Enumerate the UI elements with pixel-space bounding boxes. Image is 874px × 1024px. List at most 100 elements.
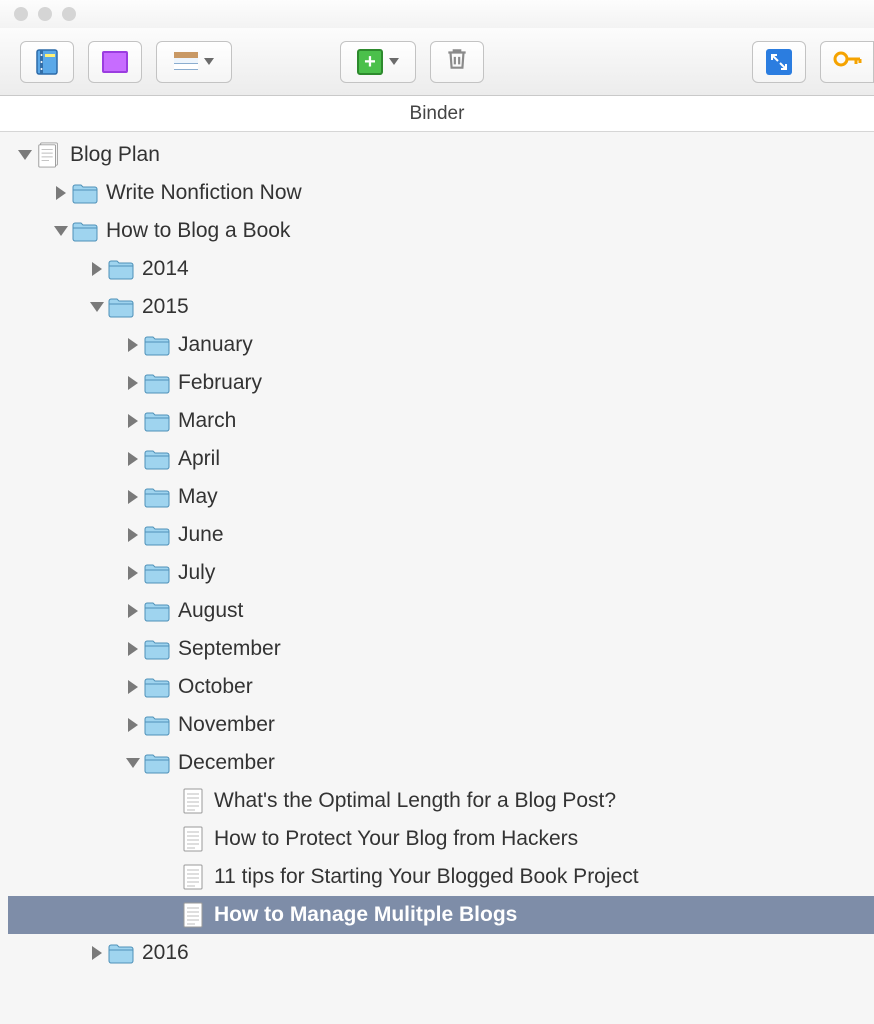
document-icon [180,828,206,850]
chevron-down-icon [389,58,399,65]
binder-icon [35,49,59,75]
folder-icon [144,334,170,356]
tree-folder-row[interactable]: 2014 [8,250,874,288]
tree-item-label: Write Nonfiction Now [106,181,302,205]
tree-folder-row[interactable]: May [8,478,874,516]
tree-item-label: 2014 [142,257,189,281]
folder-icon [144,448,170,470]
tree-item-label: How to Blog a Book [106,219,290,243]
corkboard-icon [102,51,128,73]
tree-item-label: May [178,485,218,509]
folder-icon [144,410,170,432]
draft-icon [36,144,62,166]
disclosure-triangle[interactable] [124,716,142,734]
minimize-window-button[interactable] [38,7,52,21]
tree-item-label: What's the Optimal Length for a Blog Pos… [214,789,616,813]
folder-icon [144,372,170,394]
tree-folder-row[interactable]: How to Blog a Book [8,212,874,250]
trash-button[interactable] [430,41,484,83]
tree-item-label: February [178,371,262,395]
tree-document-row[interactable]: How to Protect Your Blog from Hackers [8,820,874,858]
tree-item-label: December [178,751,275,775]
tree-folder-row[interactable]: September [8,630,874,668]
close-window-button[interactable] [14,7,28,21]
trash-icon [444,46,470,78]
document-icon [180,866,206,888]
disclosure-triangle[interactable] [124,488,142,506]
tree-item-label: July [178,561,215,585]
expand-arrows-icon [766,49,792,75]
disclosure-triangle[interactable] [16,146,34,164]
tree-folder-row[interactable]: November [8,706,874,744]
disclosure-triangle[interactable] [88,298,106,316]
tree-document-row[interactable]: 11 tips for Starting Your Blogged Book P… [8,858,874,896]
fullscreen-compose-button[interactable] [752,41,806,83]
tree-item-label: August [178,599,243,623]
chevron-down-icon [204,58,214,65]
tree-item-label: Blog Plan [70,143,160,167]
tree-folder-row[interactable]: January [8,326,874,364]
disclosure-triangle[interactable] [124,336,142,354]
tree-item-label: 11 tips for Starting Your Blogged Book P… [214,865,639,889]
disclosure-triangle[interactable] [124,754,142,772]
folder-icon [72,220,98,242]
disclosure-triangle[interactable] [124,602,142,620]
tree-item-label: How to Protect Your Blog from Hackers [214,827,578,851]
tree-item-label: April [178,447,220,471]
key-icon [832,44,862,80]
folder-icon [72,182,98,204]
outliner-icon [174,52,198,72]
tree-item-label: 2016 [142,941,189,965]
binder-view-button[interactable] [20,41,74,83]
plus-icon: + [357,49,383,75]
tree-folder-row[interactable]: 2016 [8,934,874,972]
disclosure-triangle[interactable] [124,412,142,430]
tree-folder-row[interactable]: December [8,744,874,782]
disclosure-triangle[interactable] [124,526,142,544]
disclosure-triangle[interactable] [124,678,142,696]
disclosure-triangle[interactable] [124,374,142,392]
folder-icon [144,600,170,622]
folder-icon [144,714,170,736]
tree-folder-row[interactable]: July [8,554,874,592]
tree-item-label: June [178,523,224,547]
tree-folder-row[interactable]: October [8,668,874,706]
disclosure-triangle[interactable] [124,640,142,658]
tree-item-label: October [178,675,253,699]
folder-icon [144,676,170,698]
folder-icon [108,942,134,964]
add-item-button[interactable]: + [340,41,416,83]
tree-document-row[interactable]: What's the Optimal Length for a Blog Pos… [8,782,874,820]
tree-folder-row[interactable]: March [8,402,874,440]
binder-tree[interactable]: Blog Plan Write Nonfiction Now How to Blog… [0,132,874,976]
tree-item-label: November [178,713,275,737]
disclosure-triangle[interactable] [124,564,142,582]
disclosure-triangle[interactable] [88,260,106,278]
tree-folder-row[interactable]: Write Nonfiction Now [8,174,874,212]
zoom-window-button[interactable] [62,7,76,21]
disclosure-triangle[interactable] [124,450,142,468]
disclosure-triangle[interactable] [52,184,70,202]
corkboard-view-button[interactable] [88,41,142,83]
tree-document-row[interactable]: How to Manage Mulitple Blogs [8,896,874,934]
disclosure-triangle[interactable] [52,222,70,240]
tree-folder-row[interactable]: June [8,516,874,554]
tree-item-label: January [178,333,253,357]
folder-icon [144,524,170,546]
tree-folder-row[interactable]: February [8,364,874,402]
tree-item-label: 2015 [142,295,189,319]
tree-root-row[interactable]: Blog Plan [8,136,874,174]
folder-icon [144,486,170,508]
tree-folder-row[interactable]: August [8,592,874,630]
disclosure-triangle[interactable] [88,944,106,962]
outliner-view-button[interactable] [156,41,232,83]
document-icon [180,790,206,812]
tree-folder-row[interactable]: April [8,440,874,478]
folder-icon [144,638,170,660]
folder-icon [108,258,134,280]
document-icon [180,904,206,926]
keywords-button[interactable] [820,41,874,83]
tree-folder-row[interactable]: 2015 [8,288,874,326]
binder-header-label: Binder [410,103,465,125]
window-titlebar [0,0,874,28]
